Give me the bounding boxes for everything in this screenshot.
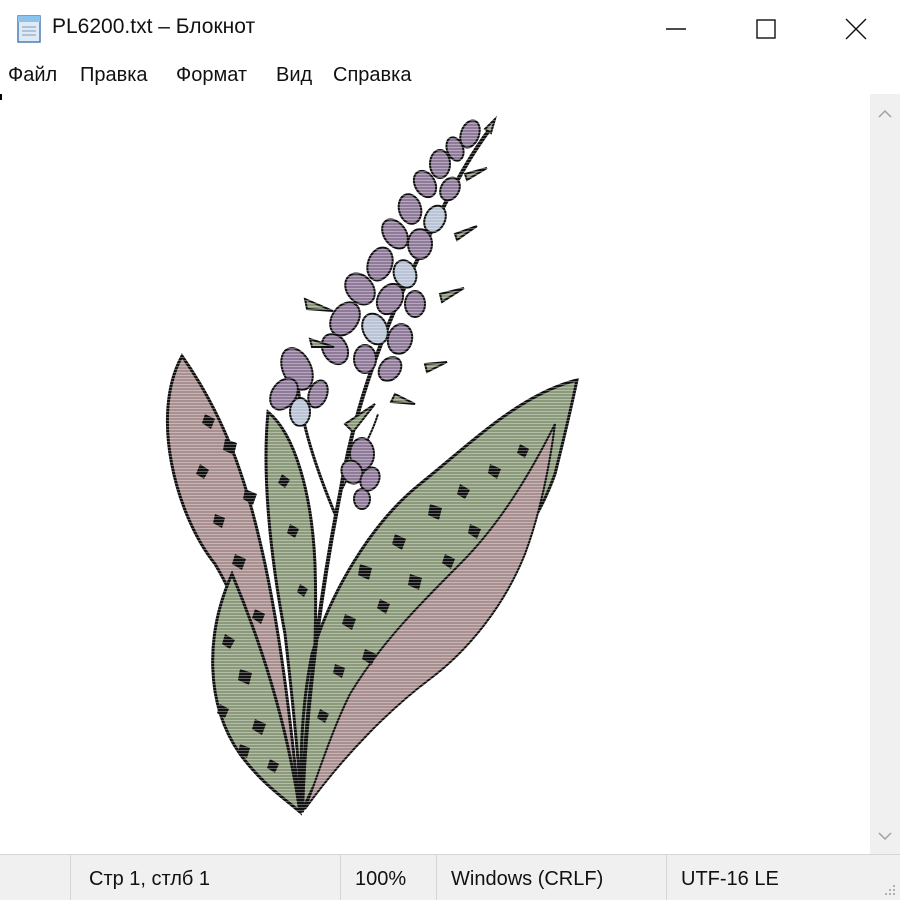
menu-view[interactable]: Вид bbox=[276, 64, 312, 87]
cursor-position-text: Стр 1, стлб 1 bbox=[89, 868, 211, 890]
menu-help[interactable]: Справка bbox=[333, 64, 411, 87]
close-button[interactable] bbox=[810, 0, 900, 58]
ascii-art-plant bbox=[0, 94, 870, 854]
menu-file[interactable]: Файл bbox=[8, 64, 57, 87]
zoom-text: 100% bbox=[355, 868, 407, 890]
status-zoom: 100% bbox=[340, 855, 436, 900]
scroll-up-button[interactable] bbox=[870, 100, 900, 128]
menu-bar: Файл Правка Формат Вид Справка bbox=[0, 58, 900, 94]
status-encoding: UTF-16 LE bbox=[666, 855, 900, 900]
line-endings-text: Windows (CRLF) bbox=[451, 868, 604, 890]
close-icon bbox=[845, 18, 867, 40]
chevron-up-icon bbox=[878, 109, 892, 118]
menu-format[interactable]: Формат bbox=[176, 64, 247, 87]
status-cursor-position: Стр 1, стлб 1 bbox=[70, 855, 340, 900]
status-bar: Стр 1, стлб 1 100% Windows (CRLF) UTF-16… bbox=[0, 854, 900, 900]
encoding-text: UTF-16 LE bbox=[681, 868, 779, 890]
scroll-down-button[interactable] bbox=[870, 822, 900, 850]
minimize-button[interactable] bbox=[630, 0, 722, 58]
title-bar: PL6200.txt – Блокнот bbox=[0, 0, 900, 58]
minimize-icon bbox=[666, 28, 686, 30]
vertical-scrollbar[interactable] bbox=[870, 94, 900, 854]
window-title: PL6200.txt – Блокнот bbox=[52, 15, 256, 38]
notepad-icon bbox=[17, 15, 41, 43]
menu-edit[interactable]: Правка bbox=[80, 64, 148, 87]
text-caret bbox=[0, 94, 2, 100]
maximize-button[interactable] bbox=[720, 0, 812, 58]
status-line-endings: Windows (CRLF) bbox=[436, 855, 666, 900]
maximize-icon bbox=[756, 19, 776, 39]
chevron-down-icon bbox=[878, 832, 892, 841]
text-edit-area[interactable] bbox=[0, 94, 870, 854]
resize-grip-icon[interactable] bbox=[882, 882, 896, 896]
